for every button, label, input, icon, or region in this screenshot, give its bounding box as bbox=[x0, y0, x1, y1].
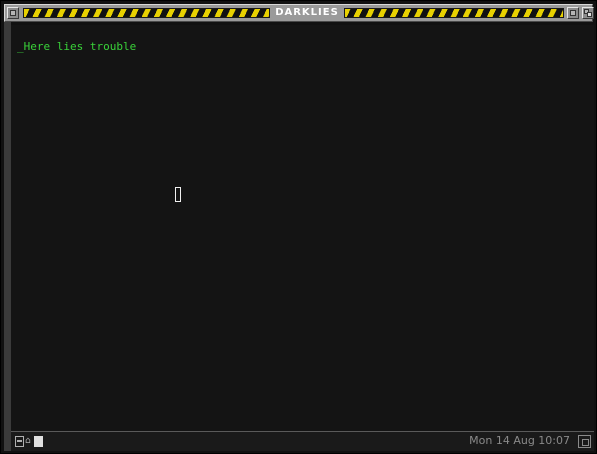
close-button[interactable] bbox=[7, 7, 19, 19]
zoom-icon bbox=[570, 10, 576, 16]
status-bar: ⌂ Mon 14 Aug 10:07 bbox=[11, 431, 594, 451]
terminal-line-text: Here lies trouble bbox=[23, 40, 137, 53]
depth-button[interactable] bbox=[582, 7, 594, 19]
close-icon bbox=[10, 10, 16, 16]
window-frame-left bbox=[4, 22, 11, 451]
window-title: DARKLIES bbox=[275, 7, 339, 18]
resize-icon[interactable] bbox=[578, 435, 591, 448]
terminal-window: DARKLIES _Here lies trouble ⌂ Mon 14 Aug… bbox=[0, 0, 597, 454]
terminal-area[interactable]: _Here lies trouble bbox=[11, 25, 594, 431]
lock-icon[interactable]: ⌂ bbox=[25, 436, 33, 447]
hazard-stripe-left bbox=[23, 8, 270, 18]
hazard-stripe-right bbox=[344, 8, 564, 18]
text-cursor: _ bbox=[17, 40, 24, 53]
block-icon[interactable] bbox=[34, 436, 43, 447]
title-bar[interactable]: DARKLIES bbox=[4, 4, 594, 22]
iconify-icon[interactable] bbox=[15, 436, 24, 447]
terminal-line: _Here lies trouble bbox=[17, 40, 136, 53]
zoom-button[interactable] bbox=[567, 7, 579, 19]
clock: Mon 14 Aug 10:07 bbox=[469, 434, 570, 447]
mouse-pointer bbox=[175, 187, 181, 202]
